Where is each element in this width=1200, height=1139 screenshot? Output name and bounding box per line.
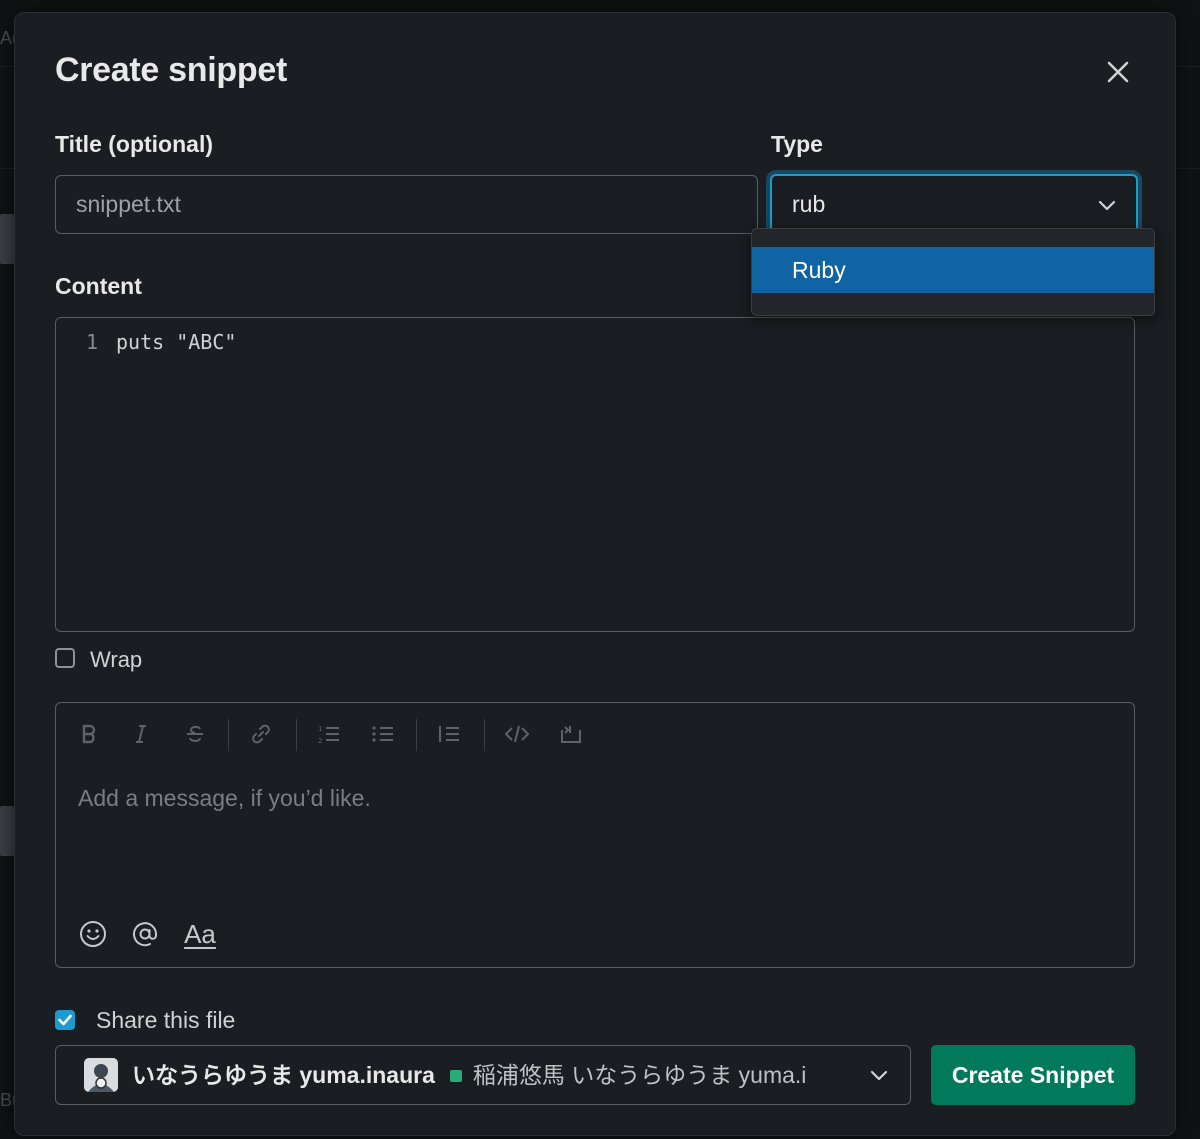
bulleted-list-icon <box>372 726 393 742</box>
status-away-icon: z <box>449 1069 462 1082</box>
type-select[interactable]: rub <box>770 174 1138 234</box>
create-snippet-button[interactable]: Create Snippet <box>931 1045 1135 1105</box>
mention-button[interactable] <box>128 917 162 951</box>
toolbar-divider <box>228 719 229 751</box>
share-label: Share this file <box>96 1007 236 1033</box>
toolbar-divider <box>416 719 417 751</box>
mention-icon <box>133 922 157 947</box>
emoji-button[interactable] <box>76 917 110 951</box>
link-icon <box>252 724 270 744</box>
text-format-button[interactable]: Aa <box>180 917 220 951</box>
content-label: Content <box>55 273 142 299</box>
bulleted-list-button[interactable] <box>368 719 398 749</box>
italic-button[interactable] <box>126 719 156 749</box>
message-composer[interactable]: 12 Add a message, if you’d like. Aa <box>55 702 1135 968</box>
dialog-title: Create snippet <box>55 51 287 89</box>
chevron-down-icon <box>1098 200 1116 211</box>
close-icon <box>1107 61 1129 83</box>
type-label: Type <box>771 131 823 157</box>
avatar <box>84 1058 118 1092</box>
message-placeholder: Add a message, if you’d like. <box>78 785 371 811</box>
code-line[interactable]: puts "ABC" <box>116 330 236 354</box>
code-block-icon <box>561 726 581 743</box>
share-checkbox[interactable] <box>55 1010 75 1030</box>
italic-icon <box>136 725 146 743</box>
user-avatar-icon <box>84 1058 118 1092</box>
recipient-detail: 稲浦悠馬 いなうらゆうま yuma.i <box>472 1062 807 1088</box>
recipient-name: いなうらゆうま yuma.inaura <box>132 1062 435 1088</box>
background-avatar <box>0 806 14 856</box>
checkmark-icon <box>58 1014 72 1026</box>
ordered-list-button[interactable]: 12 <box>314 719 344 749</box>
svg-text:2: 2 <box>318 737 322 745</box>
link-button[interactable] <box>246 719 276 749</box>
toolbar-divider <box>296 719 297 751</box>
svg-text:z: z <box>458 1069 462 1077</box>
emoji-icon <box>80 921 106 947</box>
ordered-list-icon: 12 <box>318 725 339 745</box>
type-option-ruby[interactable]: Ruby <box>752 247 1154 293</box>
line-number: 1 <box>86 330 99 354</box>
strikethrough-icon <box>187 725 203 742</box>
blockquote-icon <box>439 726 459 742</box>
text-format-icon: Aa <box>184 918 216 949</box>
type-select-value: rub <box>792 191 826 217</box>
background-avatar <box>0 214 14 264</box>
formatting-toolbar: 12 <box>56 703 1134 767</box>
blockquote-button[interactable] <box>434 719 464 749</box>
bold-icon <box>82 724 96 744</box>
wrap-label: Wrap <box>90 647 143 672</box>
close-button[interactable] <box>1101 55 1135 89</box>
wrap-checkbox[interactable] <box>55 648 75 668</box>
title-input[interactable]: snippet.txt <box>55 175 758 234</box>
chevron-down-icon <box>870 1070 888 1081</box>
strikethrough-button[interactable] <box>180 719 210 749</box>
type-dropdown-menu: Ruby <box>751 228 1155 316</box>
svg-text:1: 1 <box>318 725 322 733</box>
bold-button[interactable] <box>74 719 104 749</box>
title-label: Title (optional) <box>55 131 214 157</box>
share-recipient-text: いなうらゆうま yuma.inaura z 稲浦悠馬 いなうらゆうま yuma.i <box>132 1046 842 1104</box>
create-snippet-dialog: Create snippet Title (optional) Type sni… <box>14 12 1176 1136</box>
toolbar-divider <box>484 719 485 751</box>
code-button[interactable] <box>502 719 532 749</box>
code-icon <box>505 725 529 743</box>
code-block-button[interactable] <box>556 719 586 749</box>
code-editor[interactable]: 1 puts "ABC" <box>55 317 1135 632</box>
share-recipient-select[interactable]: いなうらゆうま yuma.inaura z 稲浦悠馬 いなうらゆうま yuma.i <box>55 1045 911 1105</box>
